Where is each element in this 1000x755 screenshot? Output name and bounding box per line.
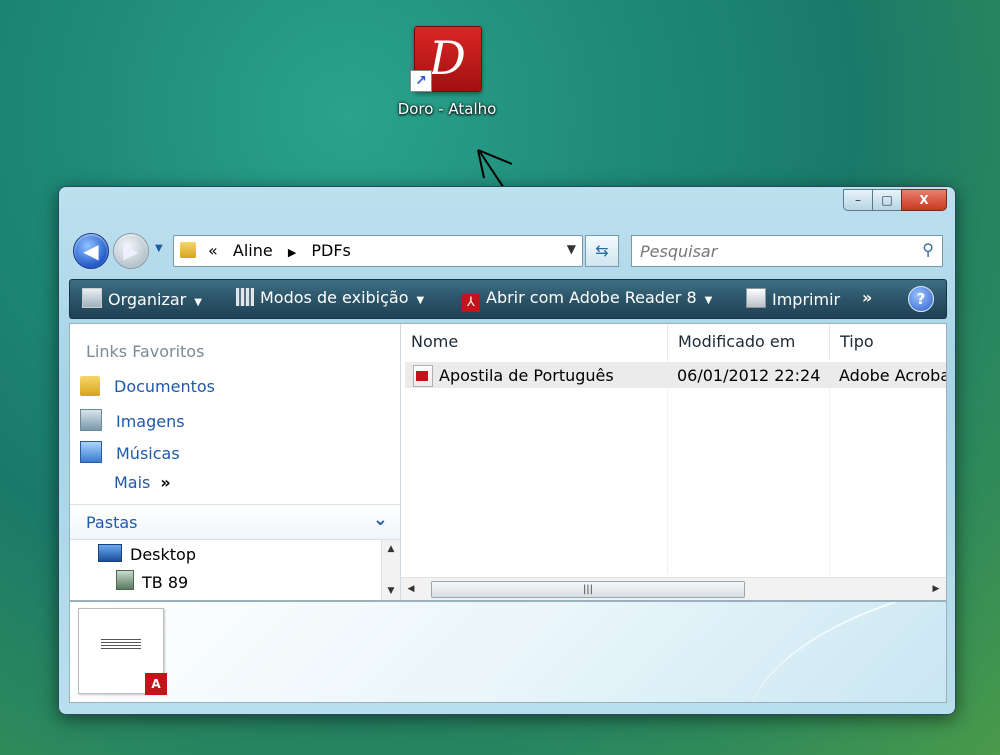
views-icon [236,288,254,306]
search-icon[interactable]: ⚲ [922,240,934,259]
column-divider [667,358,668,574]
column-header-type[interactable]: Tipo [830,324,946,358]
more-arrows-icon: » [160,473,171,492]
folders-label: Pastas [86,513,138,532]
toolbar-overflow-button[interactable]: » [862,288,872,307]
organize-icon [82,288,102,308]
link-more[interactable]: Mais» [114,473,171,492]
file-list-pane: Nome Modificado em Tipo Apostila de Port… [401,324,946,600]
refresh-button[interactable]: ⇆ [585,235,619,267]
printer-icon [746,288,766,308]
scrollbar-thumb[interactable]: ||| [431,581,745,598]
help-icon[interactable]: ? [908,286,934,312]
command-toolbar: Organizar ▼ Modos de exibição ▼ ⅄ Abrir com… [69,279,947,319]
horizontal-scrollbar[interactable]: ◀ ||| ▶ [401,577,946,600]
decorative-swoosh [727,602,946,702]
link-music[interactable]: Músicas [80,441,180,463]
column-header-modified[interactable]: Modificado em [668,324,830,358]
breadcrumb-aline[interactable]: Aline [233,241,273,260]
documents-folder-icon [80,376,100,396]
maximize-button[interactable]: □ [872,189,902,211]
open-with-adobe-button[interactable]: ⅄ Abrir com Adobe Reader 8 ▼ [462,288,712,312]
chevron-down-icon[interactable]: ⌄ [373,509,388,530]
adobe-reader-icon: ⅄ [462,294,480,312]
close-button[interactable]: X [901,189,947,211]
file-modified: 06/01/2012 22:24 [677,366,821,385]
thumbnail-text-lines [101,637,141,649]
navigation-pane: Links Favoritos Documentos Imagens Músic… [70,324,401,600]
navigation-row: ◀ ▶ ▼ « Aline ▶ PDFs ▼ ⇆ ⚲ [73,233,943,269]
caption-buttons: – □ X [843,189,947,211]
column-divider [829,358,830,574]
back-button[interactable]: ◀ [73,233,109,269]
print-button[interactable]: Imprimir [746,288,840,309]
table-row[interactable]: Apostila de Português 06/01/2012 22:24 A… [405,362,946,388]
column-header-name[interactable]: Nome [401,324,668,358]
forward-button[interactable]: ▶ [113,233,149,269]
file-type: Adobe Acrobat [839,366,946,385]
recent-pages-dropdown-icon[interactable]: ▼ [155,243,163,254]
search-box[interactable]: ⚲ [631,235,943,267]
address-dropdown-icon[interactable]: ▼ [567,242,576,256]
search-input[interactable] [638,240,912,262]
scroll-up-icon[interactable]: ▲ [382,540,400,558]
drive-icon [116,570,134,590]
pdf-badge-icon: A [145,673,167,695]
explorer-window: – □ X ◀ ▶ ▼ « Aline ▶ PDFs ▼ ⇆ ⚲ Organiz… [58,186,956,715]
music-folder-icon [80,441,102,463]
scroll-right-icon[interactable]: ▶ [926,578,946,600]
tree-item-desktop[interactable]: Desktop [98,544,196,564]
details-pane: A [69,601,947,703]
pdf-file-icon [413,365,433,387]
scroll-down-icon[interactable]: ▼ [382,582,400,600]
breadcrumb-overflow[interactable]: « [208,241,218,260]
tree-item-tb89[interactable]: TB 89 [116,570,188,592]
folder-icon [180,242,196,258]
link-documents[interactable]: Documentos [80,376,215,396]
breadcrumb-separator-icon[interactable]: ▶ [288,246,296,259]
desktop-icon [98,544,122,562]
favorites-header: Links Favoritos [86,342,205,361]
breadcrumb-pdfs[interactable]: PDFs [311,241,351,260]
breadcrumb: « Aline ▶ PDFs [208,241,361,260]
organize-button[interactable]: Organizar ▼ [82,288,202,309]
file-name: Apostila de Português [439,366,614,385]
images-folder-icon [80,409,102,431]
views-button[interactable]: Modos de exibição ▼ [236,288,424,307]
address-bar[interactable]: « Aline ▶ PDFs ▼ [173,235,583,267]
content-area: Links Favoritos Documentos Imagens Músic… [69,323,947,601]
scroll-left-icon[interactable]: ◀ [401,578,421,600]
link-images[interactable]: Imagens [80,409,185,431]
minimize-button[interactable]: – [843,189,873,211]
folders-bar[interactable]: Pastas ⌄ [70,504,400,540]
nav-vertical-scrollbar[interactable]: ▲ ▼ [381,540,400,600]
document-thumbnail[interactable]: A [78,608,167,695]
